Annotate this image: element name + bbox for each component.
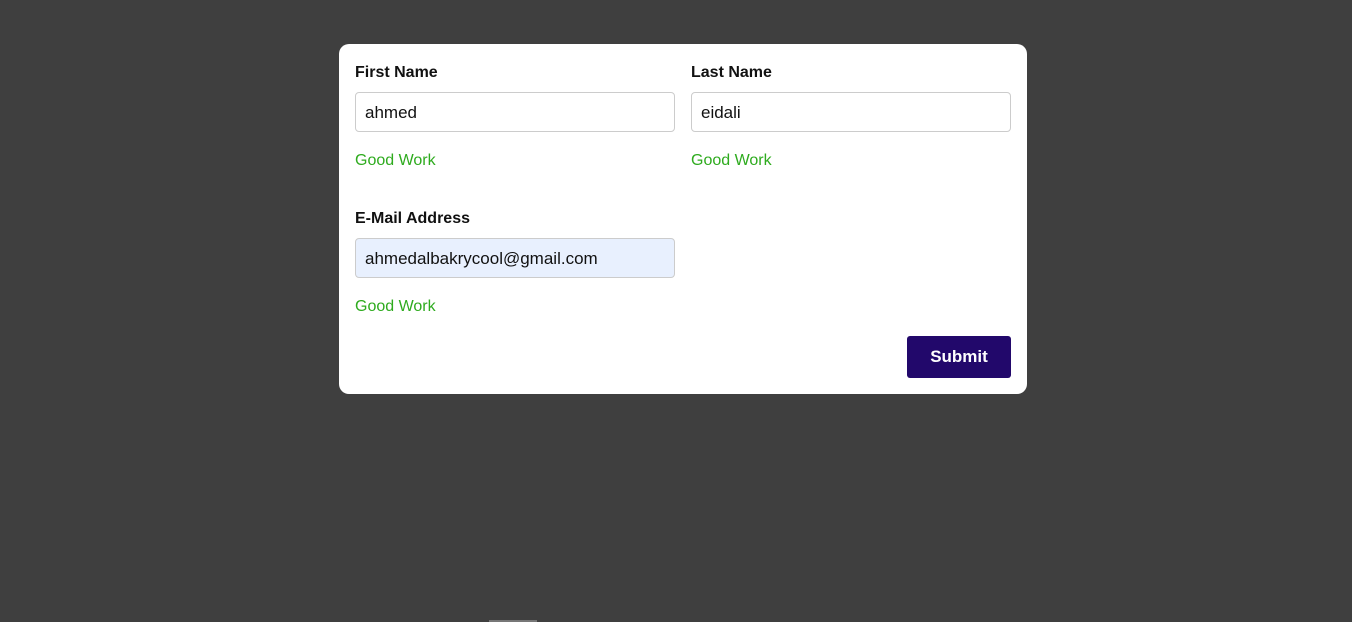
signup-form: First Name ahmed Good Work Last Name eid… <box>339 44 1027 394</box>
last-name-label: Last Name <box>691 64 772 81</box>
email-group: E-Mail Address ahmedalbakrycool@gmail.co… <box>355 209 675 316</box>
first-name-message: Good Work <box>355 152 436 169</box>
first-name-input[interactable]: ahmed <box>355 92 675 132</box>
email-message: Good Work <box>355 298 436 315</box>
first-name-label: First Name <box>355 64 438 81</box>
last-name-message: Good Work <box>691 152 772 169</box>
email-input[interactable]: ahmedalbakrycool@gmail.com <box>355 238 675 278</box>
first-name-group: First Name ahmed Good Work <box>355 63 675 170</box>
last-name-group: Last Name eidali Good Work <box>691 63 1011 170</box>
email-label: E-Mail Address <box>355 210 470 227</box>
submit-button[interactable]: Submit <box>907 336 1011 378</box>
last-name-input[interactable]: eidali <box>691 92 1011 132</box>
